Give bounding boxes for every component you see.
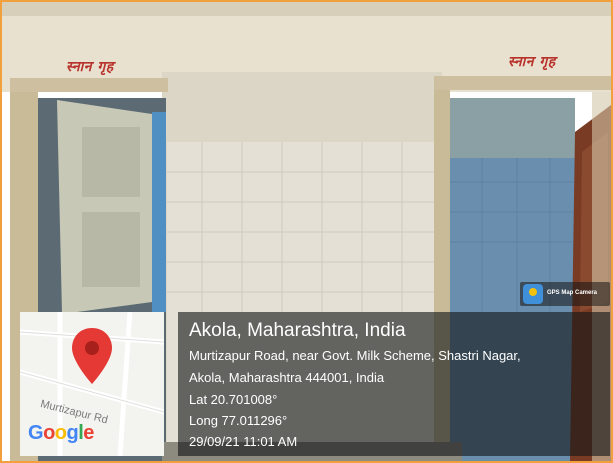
- gps-camera-icon: [523, 284, 543, 304]
- latitude: Lat 20.701008°: [189, 392, 278, 407]
- address-line-1: Murtizapur Road, near Govt. Milk Scheme,…: [189, 348, 521, 363]
- longitude: Long 77.011296°: [189, 413, 288, 428]
- google-logo: Google: [28, 422, 94, 444]
- gps-camera-label: GPS Map Camera: [547, 290, 598, 296]
- address-line-2: Akola, Maharashtra 444001, India: [189, 370, 385, 385]
- bathroom-sign-right: स्नान गृह: [508, 54, 556, 70]
- photo-frame: स्नान गृह स्नान गृह GPS Map Camera Murti…: [0, 0, 613, 463]
- location-title: Akola, Maharashtra, India: [189, 320, 406, 341]
- timestamp: 29/09/21 11:01 AM: [189, 434, 298, 449]
- bathroom-sign-left: स्नान गृह: [66, 59, 114, 75]
